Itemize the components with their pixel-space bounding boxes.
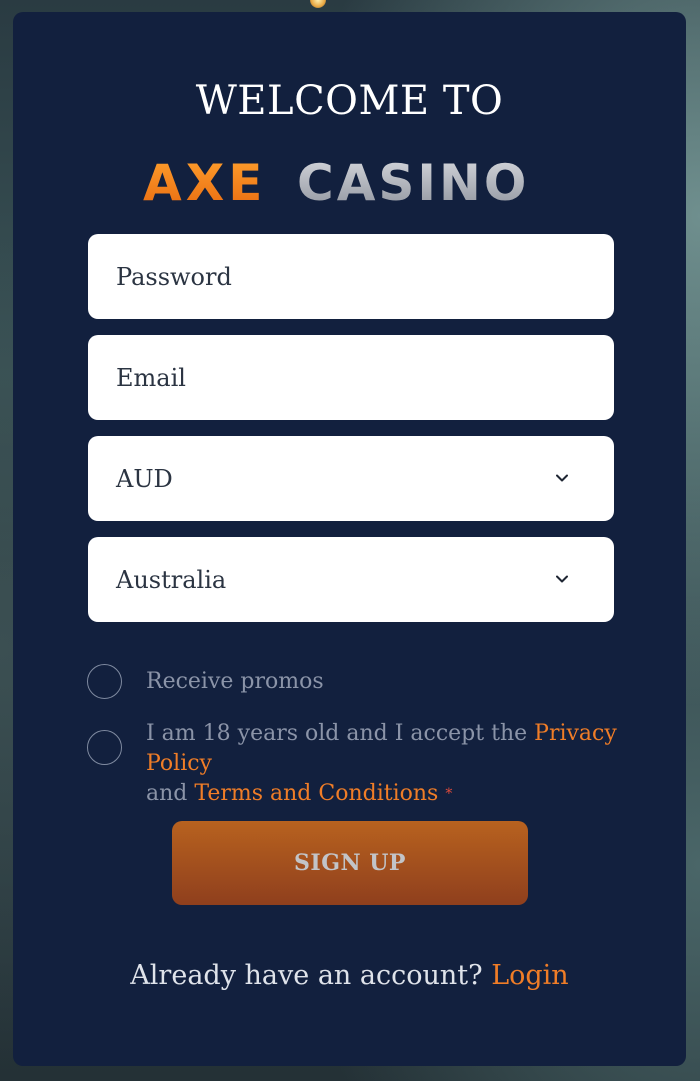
chevron-down-icon — [556, 474, 568, 482]
email-placeholder: Email — [116, 363, 186, 392]
promos-row: Receive promos — [87, 664, 324, 699]
signup-button[interactable]: SIGN UP — [172, 821, 528, 905]
already-have-account-text: Already have an account? — [130, 960, 483, 991]
country-value: Australia — [116, 565, 227, 594]
age-consent-intro: I am 18 years old and I accept the — [146, 721, 528, 746]
country-select[interactable]: Australia — [88, 537, 614, 622]
promos-checkbox[interactable] — [87, 664, 122, 699]
axecasino-logo: AXE CASINO — [143, 154, 529, 208]
password-field[interactable]: Password — [88, 234, 614, 319]
terms-link[interactable]: Terms and Conditions — [194, 781, 438, 806]
age-consent-checkbox[interactable] — [87, 730, 122, 765]
logo-axe-text: AXE — [143, 154, 266, 208]
currency-select[interactable]: AUD — [88, 436, 614, 521]
welcome-title: WELCOME TO — [195, 78, 504, 124]
login-link[interactable]: Login — [491, 960, 569, 991]
login-prompt: Already have an account? Login — [13, 960, 686, 991]
email-field[interactable]: Email — [88, 335, 614, 420]
promos-label: Receive promos — [146, 669, 324, 694]
age-consent-row: I am 18 years old and I accept the Priva… — [87, 719, 686, 809]
chevron-down-icon — [556, 575, 568, 583]
logo-casino-text: CASINO — [297, 154, 529, 208]
currency-value: AUD — [116, 464, 173, 493]
age-consent-text: I am 18 years old and I accept the Priva… — [146, 719, 686, 809]
required-marker: * — [445, 786, 453, 802]
signup-card: WELCOME TO AXE CASINO Password Email AUD… — [13, 12, 686, 1066]
age-consent-and: and — [146, 781, 188, 806]
background-light — [310, 0, 326, 8]
password-placeholder: Password — [116, 262, 232, 291]
